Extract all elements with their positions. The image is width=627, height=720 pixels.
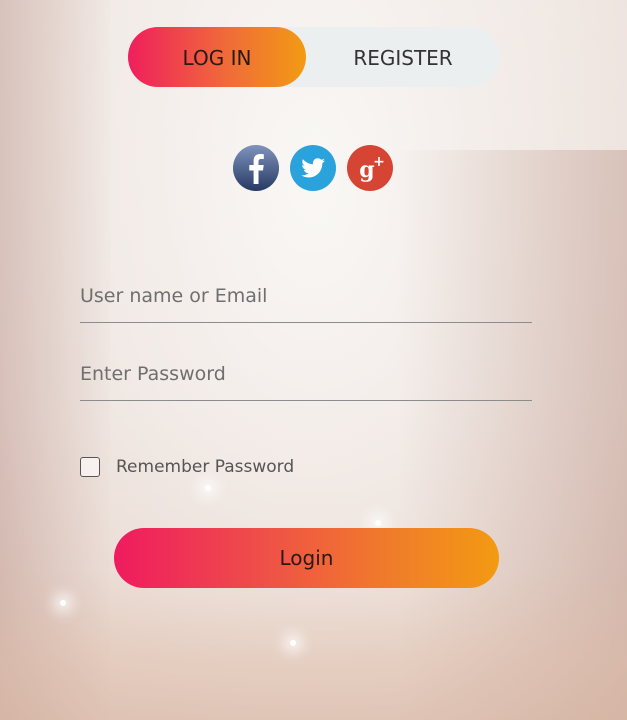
- light-flare: [375, 520, 381, 526]
- facebook-icon[interactable]: [232, 144, 280, 192]
- svg-text:+: +: [373, 154, 385, 170]
- remember-row: Remember Password: [80, 457, 294, 477]
- tab-register[interactable]: REGISTER: [306, 27, 500, 87]
- password-input[interactable]: [80, 354, 532, 401]
- light-flare: [205, 485, 211, 491]
- login-button[interactable]: Login: [114, 528, 499, 588]
- background-buildings-right: [397, 150, 627, 720]
- background-street: [0, 570, 627, 720]
- auth-tabs: LOG IN REGISTER: [128, 27, 500, 87]
- remember-label: Remember Password: [116, 457, 295, 477]
- tab-login[interactable]: LOG IN: [128, 27, 306, 87]
- twitter-icon[interactable]: [289, 144, 337, 192]
- remember-checkbox[interactable]: [80, 457, 100, 477]
- username-input[interactable]: [80, 276, 532, 323]
- social-login: g +: [232, 144, 394, 192]
- google-plus-icon[interactable]: g +: [346, 144, 394, 192]
- login-panel: LOG IN REGISTER g + User name or Email R…: [0, 0, 627, 720]
- light-flare: [290, 640, 296, 646]
- light-flare: [60, 600, 66, 606]
